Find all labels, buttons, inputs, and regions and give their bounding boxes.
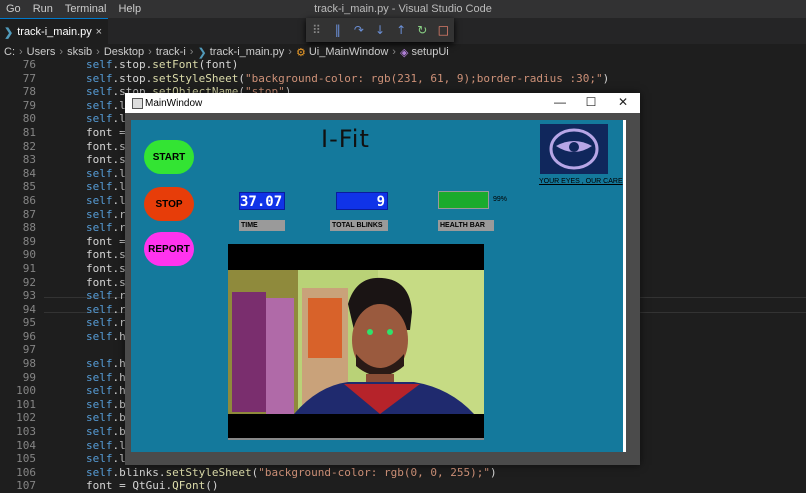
time-label: TIME	[239, 220, 285, 231]
line-number: 86	[22, 193, 36, 207]
line-number: 81	[22, 125, 36, 139]
canvas-border	[623, 120, 626, 452]
webcam-feed	[228, 244, 484, 440]
step-out-icon[interactable]: ↑	[393, 23, 409, 37]
line-number: 99	[22, 370, 36, 384]
code-line: self.blinks.setStyleSheet("background-co…	[86, 465, 497, 479]
breadcrumb-item[interactable]: Ui_MainWindow	[309, 46, 388, 58]
breadcrumb-item[interactable]: C:	[4, 46, 15, 58]
line-number: 77	[22, 71, 36, 85]
line-number: 90	[22, 248, 36, 262]
menu-terminal[interactable]: Terminal	[59, 3, 113, 15]
app-canvas: START STOP REPORT I-Fit YOUR EYES , OUR …	[131, 120, 623, 452]
breadcrumb-item[interactable]: setupUi	[411, 46, 448, 58]
breadcrumb-item[interactable]: track-i_main.py	[210, 46, 285, 58]
eye-logo	[540, 124, 608, 174]
line-number-gutter: 76 77 78 79 80 81 82 83 84 85 86 87 88 89 90 91 92 93 94 95…	[0, 58, 36, 493]
line-number: 103	[16, 425, 36, 439]
line-number: 95	[22, 316, 36, 330]
report-button[interactable]: REPORT	[144, 232, 194, 266]
close-icon[interactable]: ✕	[608, 95, 638, 109]
qt-window-title: MainWindow	[145, 98, 203, 109]
qt-titlebar: MainWindow — ☐ ✕	[125, 93, 640, 113]
line-number: 83	[22, 153, 36, 167]
method-icon: ◈	[399, 46, 409, 59]
maximize-icon[interactable]: ☐	[576, 95, 606, 109]
line-number: 98	[22, 357, 36, 371]
code-line: self.stop.setFont(font)	[86, 58, 239, 71]
line-number: 82	[22, 139, 36, 153]
breadcrumb-item[interactable]: track-i	[156, 46, 186, 58]
pause-icon[interactable]: ‖	[330, 23, 346, 37]
code-line: self.stop.setStyleSheet("background-colo…	[86, 71, 610, 85]
line-number: 76	[22, 58, 36, 71]
line-number: 107	[16, 479, 36, 493]
menu-help[interactable]: Help	[112, 3, 147, 15]
line-number: 91	[22, 261, 36, 275]
health-bar-label: HEALTH BAR	[438, 220, 494, 231]
class-icon: ⚙	[295, 46, 306, 59]
line-number: 100	[16, 384, 36, 398]
python-file-icon: ❯	[4, 26, 14, 39]
webcam-image	[228, 270, 484, 414]
debug-toolbar: ⠿ ‖ ↷ ↓ ↑ ↻ □	[306, 18, 454, 42]
breadcrumb-item[interactable]: Desktop	[104, 46, 144, 58]
line-number: 105	[16, 452, 36, 466]
code-line: font = QtGui.QFont()	[86, 479, 219, 493]
tab-label: track-i_main.py	[17, 26, 92, 38]
line-number: 92	[22, 275, 36, 289]
menu-go[interactable]: Go	[0, 3, 27, 15]
line-number: 84	[22, 166, 36, 180]
menu-run[interactable]: Run	[27, 3, 59, 15]
line-number: 89	[22, 234, 36, 248]
step-over-icon[interactable]: ↷	[351, 23, 367, 37]
line-number: 80	[22, 112, 36, 126]
drag-handle-icon[interactable]: ⠿	[309, 23, 325, 37]
tab-track-i-main[interactable]: ❯ track-i_main.py ×	[0, 18, 108, 45]
line-number: 106	[16, 465, 36, 479]
line-number: 94	[22, 302, 36, 316]
line-number: 101	[16, 397, 36, 411]
menu-bar: Go Run Terminal Help	[0, 0, 806, 18]
line-number: 102	[16, 411, 36, 425]
line-number: 93	[22, 289, 36, 303]
app-title: I-Fit	[321, 125, 370, 153]
total-blinks-label: TOTAL BLINKS	[330, 220, 388, 231]
qt-main-window: MainWindow — ☐ ✕ START STOP REPORT I-Fit…	[125, 93, 640, 465]
time-display: 37.07	[239, 192, 285, 210]
tab-close-icon[interactable]: ×	[96, 26, 102, 38]
line-number: 97	[22, 343, 36, 357]
step-into-icon[interactable]: ↓	[372, 23, 388, 37]
line-number: 88	[22, 221, 36, 235]
health-percent: 99%	[493, 196, 508, 203]
breadcrumb-item[interactable]: sksib	[67, 46, 92, 58]
line-number: 87	[22, 207, 36, 221]
window-icon	[132, 98, 143, 109]
restart-icon[interactable]: ↻	[414, 23, 430, 37]
logo-caption: YOUR EYES , OUR CARE	[539, 178, 623, 185]
line-number: 85	[22, 180, 36, 194]
stop-button[interactable]: STOP	[144, 187, 194, 221]
line-number: 79	[22, 98, 36, 112]
breadcrumb-item[interactable]: Users	[27, 46, 56, 58]
line-number: 78	[22, 85, 36, 99]
health-bar-fill	[439, 192, 488, 208]
blinks-display: 9	[336, 192, 388, 210]
eye-icon	[549, 128, 599, 170]
start-button[interactable]: START	[144, 140, 194, 174]
minimize-icon[interactable]: —	[545, 95, 575, 109]
stop-debug-icon[interactable]: □	[435, 23, 451, 37]
line-number: 96	[22, 329, 36, 343]
health-bar	[438, 191, 489, 209]
line-number: 104	[16, 438, 36, 452]
python-file-icon: ❯	[197, 46, 207, 59]
